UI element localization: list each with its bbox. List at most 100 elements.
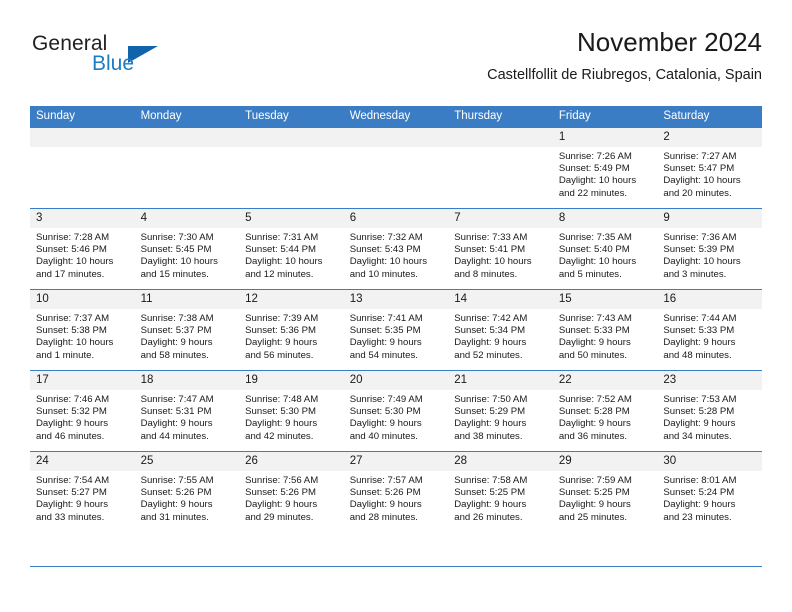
sunrise-text: Sunrise: 7:43 AM	[558, 313, 632, 324]
daylight-text-line2: and 50 minutes.	[558, 349, 628, 361]
day-number	[448, 128, 553, 147]
calendar-day-cell[interactable]: 8 Sunrise: 7:35 AM Sunset: 5:40 PM Daylight…	[552, 208, 658, 290]
sunset-text: Sunset: 5:37 PM	[140, 325, 212, 337]
daylight-text-line1: Daylight: 9 hours	[349, 499, 422, 511]
daylight-text-line2: and 48 minutes.	[663, 349, 732, 361]
sunrise-text: Sunrise: 7:56 AM	[245, 475, 319, 486]
calendar-day-cell[interactable]: 13 Sunrise: 7:41 AM Sunset: 5:35 PM Dayligh…	[343, 289, 449, 371]
calendar-day-cell[interactable]: 20 Sunrise: 7:49 AM Sunset: 5:30 PM Dayligh…	[343, 370, 449, 452]
sunrise-text: Sunrise: 7:27 AM	[663, 151, 737, 162]
daylight-text-line2: and 40 minutes.	[349, 430, 418, 442]
daylight-text-line1: Daylight: 9 hours	[454, 499, 527, 511]
calendar-day-cell[interactable]: 27 Sunrise: 7:57 AM Sunset: 5:26 PM Dayligh…	[343, 451, 449, 532]
day-number	[134, 128, 240, 147]
calendar-day-cell[interactable]: 19 Sunrise: 7:48 AM Sunset: 5:30 PM Dayligh…	[239, 370, 344, 452]
calendar-day-cell[interactable]: 7 Sunrise: 7:33 AM Sunset: 5:41 PM Daylight…	[448, 208, 553, 290]
sunset-text: Sunset: 5:33 PM	[558, 325, 630, 337]
sunrise-text: Sunrise: 7:39 AM	[245, 313, 319, 324]
sunset-text: Sunset: 5:35 PM	[349, 325, 421, 337]
daylight-text-line1: Daylight: 9 hours	[349, 418, 422, 430]
daylight-text-line1: Daylight: 9 hours	[140, 499, 213, 511]
calendar-day-cell[interactable]: 28 Sunrise: 7:58 AM Sunset: 5:25 PM Dayligh…	[448, 451, 553, 532]
daylight-text-line1: Daylight: 9 hours	[245, 337, 318, 349]
daylight-text-line2: and 22 minutes.	[558, 187, 628, 199]
general-blue-logo[interactable]: General Blue	[32, 32, 212, 90]
day-sun-info: Sunrise: 7:46 AM Sunset: 5:32 PM Daylight:…	[30, 390, 135, 443]
sunset-text: Sunset: 5:44 PM	[245, 244, 317, 256]
day-number: 12	[239, 290, 344, 309]
sunset-text: Sunset: 5:31 PM	[140, 406, 212, 418]
day-number: 26	[239, 452, 344, 471]
calendar-day-cell[interactable]: 25 Sunrise: 7:55 AM Sunset: 5:26 PM Dayligh…	[134, 451, 240, 532]
day-sun-info: Sunrise: 7:28 AM Sunset: 5:46 PM Daylight:…	[30, 228, 135, 281]
sunset-text: Sunset: 5:32 PM	[36, 406, 107, 418]
day-sun-info: Sunrise: 7:38 AM Sunset: 5:37 PM Daylight:…	[135, 309, 240, 362]
page-title: November 2024	[577, 27, 762, 57]
weekday-header-monday: Monday	[134, 106, 240, 128]
daylight-text-line1: Daylight: 9 hours	[140, 418, 213, 430]
sunset-text: Sunset: 5:45 PM	[140, 244, 212, 256]
calendar-day-cell[interactable]: 6 Sunrise: 7:32 AM Sunset: 5:43 PM Daylight…	[343, 208, 449, 290]
calendar-day-cell[interactable]: 24 Sunrise: 7:54 AM Sunset: 5:27 PM Dayligh…	[30, 451, 135, 532]
day-number: 25	[134, 452, 240, 471]
calendar-day-cell[interactable]: 4 Sunrise: 7:30 AM Sunset: 5:45 PM Daylight…	[134, 208, 240, 290]
calendar-day-cell[interactable]: 14 Sunrise: 7:42 AM Sunset: 5:34 PM Dayligh…	[448, 289, 553, 371]
daylight-text-line2: and 5 minutes.	[558, 268, 622, 280]
day-sun-info: Sunrise: 7:41 AM Sunset: 5:35 PM Daylight:…	[344, 309, 449, 362]
day-number: 30	[657, 452, 762, 471]
calendar-day-cell[interactable]: 10 Sunrise: 7:37 AM Sunset: 5:38 PM Dayligh…	[30, 289, 135, 371]
calendar-head: Sunday Monday Tuesday Wednesday Thursday…	[30, 106, 762, 128]
daylight-text-line2: and 12 minutes.	[245, 268, 314, 280]
daylight-text-line2: and 26 minutes.	[454, 511, 523, 523]
calendar-day-cell[interactable]: 26 Sunrise: 7:56 AM Sunset: 5:26 PM Dayligh…	[239, 451, 344, 532]
weekday-header-row: Sunday Monday Tuesday Wednesday Thursday…	[30, 106, 762, 128]
calendar-day-cell[interactable]: 23 Sunrise: 7:53 AM Sunset: 5:28 PM Dayligh…	[657, 370, 762, 452]
calendar-day-cell[interactable]: 1 Sunrise: 7:26 AM Sunset: 5:49 PM Daylight…	[552, 127, 658, 209]
daylight-text-line2: and 52 minutes.	[454, 349, 523, 361]
day-sun-info: Sunrise: 7:39 AM Sunset: 5:36 PM Daylight:…	[239, 309, 344, 362]
daylight-text-line2: and 23 minutes.	[663, 511, 732, 523]
day-number: 19	[239, 371, 344, 390]
sunset-text: Sunset: 5:30 PM	[349, 406, 421, 418]
calendar-day-cell[interactable]: 30 Sunrise: 8:01 AM Sunset: 5:24 PM Dayligh…	[657, 451, 762, 532]
page-subtitle: Castellfollit de Riubregos, Catalonia, S…	[487, 67, 762, 83]
day-number: 17	[30, 371, 135, 390]
sunrise-text: Sunrise: 7:59 AM	[558, 475, 632, 486]
calendar-day-cell[interactable]: 29 Sunrise: 7:59 AM Sunset: 5:25 PM Dayligh…	[552, 451, 658, 532]
daylight-text-line2: and 38 minutes.	[454, 430, 523, 442]
calendar-day-cell[interactable]: 15 Sunrise: 7:43 AM Sunset: 5:33 PM Dayligh…	[552, 289, 658, 371]
calendar-day-cell[interactable]: 12 Sunrise: 7:39 AM Sunset: 5:36 PM Dayligh…	[239, 289, 344, 371]
daylight-text-line1: Daylight: 9 hours	[245, 499, 318, 511]
sunrise-text: Sunrise: 7:44 AM	[663, 313, 737, 324]
daylight-text-line1: Daylight: 10 hours	[454, 256, 532, 268]
daylight-text-line1: Daylight: 10 hours	[558, 175, 637, 187]
calendar-day-cell[interactable]: 3 Sunrise: 7:28 AM Sunset: 5:46 PM Daylight…	[30, 208, 135, 290]
day-number: 16	[657, 290, 762, 309]
calendar-day-cell[interactable]: 16 Sunrise: 7:44 AM Sunset: 5:33 PM Dayligh…	[657, 289, 762, 371]
calendar-day-cell[interactable]: 17 Sunrise: 7:46 AM Sunset: 5:32 PM Dayligh…	[30, 370, 135, 452]
daylight-text-line1: Daylight: 9 hours	[140, 337, 213, 349]
weekday-header-thursday: Thursday	[448, 106, 553, 128]
sunset-text: Sunset: 5:43 PM	[349, 244, 421, 256]
calendar-day-cell[interactable]: 11 Sunrise: 7:38 AM Sunset: 5:37 PM Dayligh…	[134, 289, 240, 371]
sunset-text: Sunset: 5:46 PM	[36, 244, 107, 256]
daylight-text-line2: and 34 minutes.	[663, 430, 732, 442]
calendar-day-cell-empty	[239, 127, 344, 209]
daylight-text-line2: and 42 minutes.	[245, 430, 314, 442]
daylight-text-line1: Daylight: 9 hours	[36, 418, 108, 430]
day-number: 3	[30, 209, 135, 228]
sunrise-text: Sunrise: 7:48 AM	[245, 394, 319, 405]
day-number: 24	[30, 452, 135, 471]
daylight-text-line2: and 56 minutes.	[245, 349, 314, 361]
daylight-text-line2: and 44 minutes.	[140, 430, 209, 442]
calendar-day-cell[interactable]: 9 Sunrise: 7:36 AM Sunset: 5:39 PM Daylight…	[657, 208, 762, 290]
calendar-day-cell[interactable]: 18 Sunrise: 7:47 AM Sunset: 5:31 PM Dayligh…	[134, 370, 240, 452]
calendar-week-row: 1 Sunrise: 7:26 AM Sunset: 5:49 PM Daylight…	[30, 127, 762, 209]
calendar-day-cell[interactable]: 5 Sunrise: 7:31 AM Sunset: 5:44 PM Daylight…	[239, 208, 344, 290]
calendar-day-cell[interactable]: 21 Sunrise: 7:50 AM Sunset: 5:29 PM Dayligh…	[448, 370, 553, 452]
calendar-day-cell[interactable]: 2 Sunrise: 7:27 AM Sunset: 5:47 PM Daylight…	[657, 127, 762, 209]
calendar-day-cell[interactable]: 22 Sunrise: 7:52 AM Sunset: 5:28 PM Dayligh…	[552, 370, 658, 452]
daylight-text-line1: Daylight: 10 hours	[140, 256, 218, 268]
daylight-text-line1: Daylight: 9 hours	[663, 418, 736, 430]
sunset-text: Sunset: 5:25 PM	[558, 487, 630, 499]
